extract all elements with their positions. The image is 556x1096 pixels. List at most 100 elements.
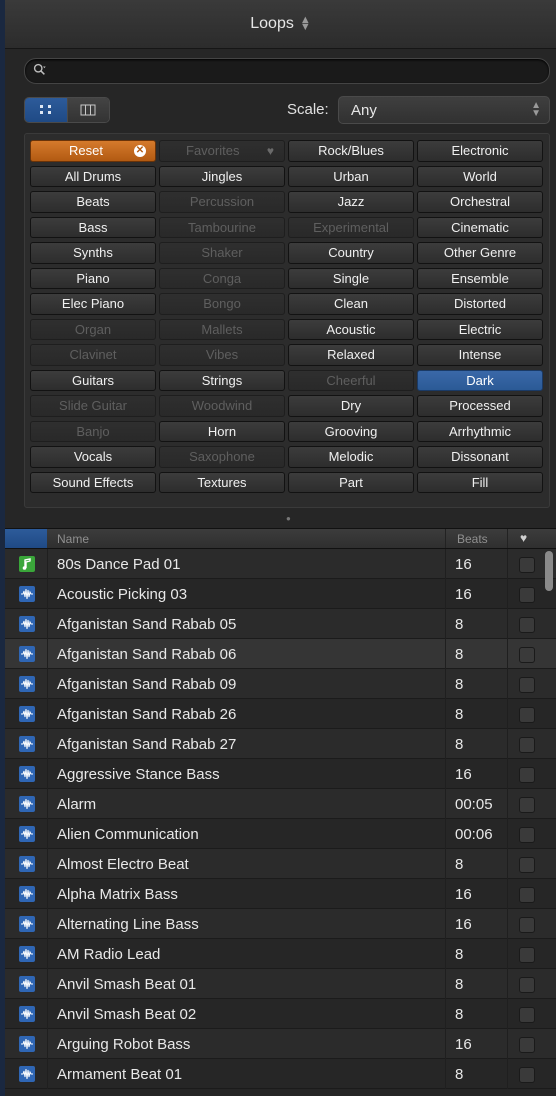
keyword-button-orchestral[interactable]: Orchestral (417, 191, 543, 213)
keyword-button-shaker[interactable]: Shaker (159, 242, 285, 264)
keyword-button-mallets[interactable]: Mallets (159, 318, 285, 340)
keyword-button-urban[interactable]: Urban (288, 165, 414, 187)
keyword-button-grooving[interactable]: Grooving (288, 420, 414, 442)
keyword-button-sound-effects[interactable]: Sound Effects (30, 471, 156, 493)
button-view-button[interactable] (25, 98, 67, 122)
keyword-button-part[interactable]: Part (288, 471, 414, 493)
keyword-button-country[interactable]: Country (288, 242, 414, 264)
keyword-button-cheerful[interactable]: Cheerful (288, 369, 414, 391)
favorite-checkbox[interactable] (519, 557, 535, 573)
keyword-button-horn[interactable]: Horn (159, 420, 285, 442)
keyword-button-distorted[interactable]: Distorted (417, 293, 543, 315)
keyword-button-jingles[interactable]: Jingles (159, 165, 285, 187)
scale-select[interactable]: Any ▲ ▼ (338, 96, 550, 124)
keyword-button-woodwind[interactable]: Woodwind (159, 395, 285, 417)
loop-row[interactable]: Afganistan Sand Rabab 26 8 (5, 699, 556, 729)
keyword-button-conga[interactable]: Conga (159, 267, 285, 289)
search-input[interactable] (55, 61, 539, 81)
keyword-button-dark[interactable]: Dark (417, 369, 543, 391)
favorite-checkbox[interactable] (519, 827, 535, 843)
loop-row[interactable]: Anvil Smash Beat 01 8 (5, 969, 556, 999)
search-icon[interactable] (33, 63, 47, 77)
keyword-button-clean[interactable]: Clean (288, 293, 414, 315)
favorite-checkbox[interactable] (519, 1067, 535, 1083)
keyword-button-dry[interactable]: Dry (288, 395, 414, 417)
keyword-button-piano[interactable]: Piano (30, 267, 156, 289)
keyword-button-experimental[interactable]: Experimental (288, 216, 414, 238)
list-scrollbar[interactable] (544, 549, 554, 1096)
browser-header[interactable]: Loops ▲ ▼ (5, 0, 556, 49)
keyword-button-processed[interactable]: Processed (417, 395, 543, 417)
keyword-button-bongo[interactable]: Bongo (159, 293, 285, 315)
keyword-button-synths[interactable]: Synths (30, 242, 156, 264)
keyword-button-clavinet[interactable]: Clavinet (30, 344, 156, 366)
keyword-button-organ[interactable]: Organ (30, 318, 156, 340)
favorite-checkbox[interactable] (519, 737, 535, 753)
keyword-button-banjo[interactable]: Banjo (30, 420, 156, 442)
loop-row[interactable]: Arguing Robot Bass 16 (5, 1029, 556, 1059)
view-mode-toggle[interactable] (24, 97, 110, 123)
favorite-checkbox[interactable] (519, 797, 535, 813)
keyword-button-favorites[interactable]: Favorites ♥ (159, 140, 285, 162)
keyword-button-rock-blues[interactable]: Rock/Blues (288, 140, 414, 162)
scrollbar-thumb[interactable] (545, 551, 553, 591)
loop-row[interactable]: Alien Communication 00:06 (5, 819, 556, 849)
favorites-column-heart-icon[interactable]: ♥ (520, 531, 527, 545)
beats-column-header[interactable]: Beats (457, 532, 488, 546)
keyword-button-electric[interactable]: Electric (417, 318, 543, 340)
loop-row[interactable]: Alternating Line Bass 16 (5, 909, 556, 939)
keyword-button-vibes[interactable]: Vibes (159, 344, 285, 366)
keyword-button-percussion[interactable]: Percussion (159, 191, 285, 213)
keyword-button-slide-guitar[interactable]: Slide Guitar (30, 395, 156, 417)
favorite-checkbox[interactable] (519, 887, 535, 903)
keyword-button-vocals[interactable]: Vocals (30, 446, 156, 468)
keyword-button-guitars[interactable]: Guitars (30, 369, 156, 391)
keyword-button-intense[interactable]: Intense (417, 344, 543, 366)
panel-splitter[interactable]: ● (5, 508, 556, 528)
keyword-button-all-drums[interactable]: All Drums (30, 165, 156, 187)
loop-row[interactable]: Aggressive Stance Bass 16 (5, 759, 556, 789)
loop-row[interactable]: Alarm 00:05 (5, 789, 556, 819)
keyword-button-electronic[interactable]: Electronic (417, 140, 543, 162)
favorite-checkbox[interactable] (519, 707, 535, 723)
keyword-button-tambourine[interactable]: Tambourine (159, 216, 285, 238)
favorite-checkbox[interactable] (519, 677, 535, 693)
keyword-button-beats[interactable]: Beats (30, 191, 156, 213)
keyword-button-world[interactable]: World (417, 165, 543, 187)
keyword-button-relaxed[interactable]: Relaxed (288, 344, 414, 366)
reset-clear-icon[interactable]: ✕ (134, 145, 146, 157)
favorite-checkbox[interactable] (519, 647, 535, 663)
favorite-checkbox[interactable] (519, 617, 535, 633)
keyword-button-ensemble[interactable]: Ensemble (417, 267, 543, 289)
favorite-checkbox[interactable] (519, 1037, 535, 1053)
keyword-button-melodic[interactable]: Melodic (288, 446, 414, 468)
loop-row[interactable]: Anvil Smash Beat 02 8 (5, 999, 556, 1029)
keyword-button-dissonant[interactable]: Dissonant (417, 446, 543, 468)
favorite-checkbox[interactable] (519, 767, 535, 783)
loop-row[interactable]: Afganistan Sand Rabab 09 8 (5, 669, 556, 699)
loop-row[interactable]: Afganistan Sand Rabab 06 8 (5, 639, 556, 669)
keyword-button-textures[interactable]: Textures (159, 471, 285, 493)
loop-row[interactable]: Afganistan Sand Rabab 27 8 (5, 729, 556, 759)
loop-row[interactable]: Alpha Matrix Bass 16 (5, 879, 556, 909)
keyword-button-bass[interactable]: Bass (30, 216, 156, 238)
keyword-button-elec-piano[interactable]: Elec Piano (30, 293, 156, 315)
favorite-checkbox[interactable] (519, 917, 535, 933)
keyword-button-jazz[interactable]: Jazz (288, 191, 414, 213)
favorite-checkbox[interactable] (519, 1007, 535, 1023)
name-column-header[interactable]: Name (57, 532, 89, 546)
search-field[interactable] (24, 58, 550, 84)
up-down-arrows-icon[interactable]: ▲ ▼ (300, 15, 311, 33)
keyword-button-single[interactable]: Single (288, 267, 414, 289)
loop-row[interactable]: AM Radio Lead 8 (5, 939, 556, 969)
favorite-checkbox[interactable] (519, 857, 535, 873)
loop-row[interactable]: 80s Dance Pad 01 16 (5, 549, 556, 579)
splitter-handle-icon[interactable]: ● (286, 514, 291, 523)
loop-row[interactable]: Acoustic Picking 03 16 (5, 579, 556, 609)
keyword-button-other-genre[interactable]: Other Genre (417, 242, 543, 264)
keyword-button-acoustic[interactable]: Acoustic (288, 318, 414, 340)
keyword-button-cinematic[interactable]: Cinematic (417, 216, 543, 238)
column-view-button[interactable] (66, 98, 109, 122)
keyword-button-saxophone[interactable]: Saxophone (159, 446, 285, 468)
keyword-button-fill[interactable]: Fill (417, 471, 543, 493)
